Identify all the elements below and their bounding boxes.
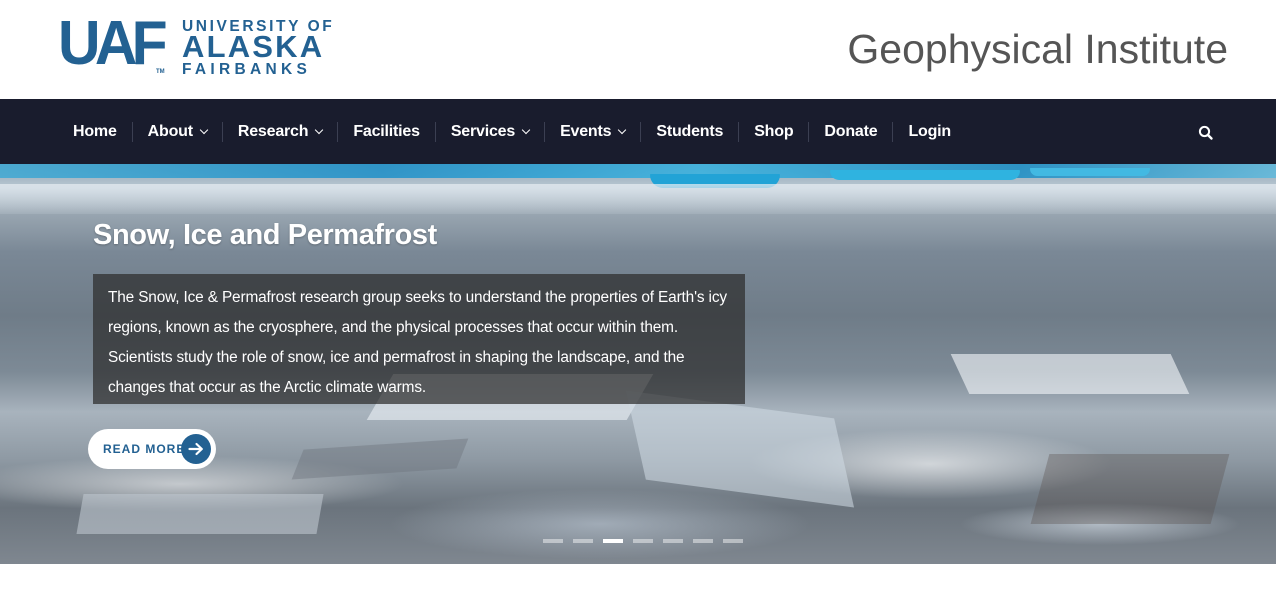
- chevron-down-icon: [521, 125, 531, 134]
- hero-description: The Snow, Ice & Permafrost research grou…: [93, 274, 745, 404]
- hero-background-iceberg: [830, 170, 1020, 180]
- nav-item-events[interactable]: Events: [544, 121, 640, 142]
- hero-background-ice-shard: [1030, 454, 1230, 524]
- nav-item-label: Students: [656, 122, 724, 140]
- hero-background-ice-shard: [625, 390, 855, 508]
- hero-slider: Snow, Ice and Permafrost The Snow, Ice &…: [0, 164, 1276, 564]
- nav-list: Home About Research Facilities Services Event…: [58, 99, 966, 164]
- uaf-logo[interactable]: UAF TM UNIVERSITY OF ALASKA FAIRBANKS: [58, 13, 332, 78]
- slider-dot[interactable]: [723, 539, 743, 543]
- slider-dot[interactable]: [573, 539, 593, 543]
- nav-item-label: Shop: [754, 122, 794, 140]
- uaf-logo-mark: UAF TM: [58, 13, 172, 77]
- read-more-label: READ MORE: [103, 442, 186, 456]
- nav-item-research[interactable]: Research: [221, 121, 337, 142]
- logo-line-fairbanks: FAIRBANKS: [182, 61, 312, 78]
- site-title[interactable]: Geophysical Institute: [847, 26, 1228, 73]
- nav-item-login[interactable]: Login: [892, 121, 966, 142]
- hero-title: Snow, Ice and Permafrost: [93, 219, 437, 251]
- slider-dot[interactable]: [543, 539, 563, 543]
- nav-item-label: Events: [560, 122, 612, 140]
- slider-dot[interactable]: [663, 539, 683, 543]
- hero-background-iceberg: [1030, 168, 1150, 176]
- hero-background-ice-shard: [950, 354, 1190, 394]
- chevron-down-icon: [618, 125, 627, 134]
- nav-item-label: Login: [908, 122, 951, 140]
- read-more-button[interactable]: READ MORE: [88, 429, 216, 469]
- nav-item-donate[interactable]: Donate: [808, 121, 892, 142]
- hero-background-ice-shard: [291, 438, 469, 480]
- nav-item-facilities[interactable]: Facilities: [337, 121, 434, 142]
- slider-pagination: [543, 539, 753, 544]
- slider-dot[interactable]: [603, 539, 623, 543]
- hero-background-ice-shard: [76, 494, 324, 534]
- arrow-right-icon: [181, 434, 211, 464]
- nav-item-label: Home: [73, 122, 117, 140]
- nav-item-shop[interactable]: Shop: [738, 121, 808, 142]
- nav-item-about[interactable]: About: [131, 121, 222, 142]
- chevron-down-icon: [315, 125, 324, 134]
- nav-item-label: Donate: [824, 122, 878, 140]
- nav-item-label: Facilities: [353, 122, 420, 140]
- search-icon[interactable]: [1197, 124, 1215, 142]
- trademark-symbol: TM: [156, 69, 165, 75]
- nav-item-students[interactable]: Students: [640, 121, 738, 142]
- nav-item-label: About: [147, 122, 193, 140]
- nav-item-services[interactable]: Services: [434, 121, 544, 142]
- slider-dot[interactable]: [693, 539, 713, 543]
- main-nav: Home About Research Facilities Services Event…: [0, 99, 1276, 164]
- nav-item-label: Research: [237, 122, 309, 140]
- logo-mark-text: UAF: [58, 9, 168, 78]
- nav-item-home[interactable]: Home: [58, 122, 132, 142]
- slider-dot[interactable]: [633, 539, 653, 543]
- hero-background-ice: [0, 184, 1276, 214]
- nav-item-label: Services: [450, 122, 516, 140]
- site-header: UAF TM UNIVERSITY OF ALASKA FAIRBANKS Ge…: [0, 0, 1276, 99]
- chevron-down-icon: [199, 125, 209, 134]
- logo-line-alaska: ALASKA: [182, 29, 325, 64]
